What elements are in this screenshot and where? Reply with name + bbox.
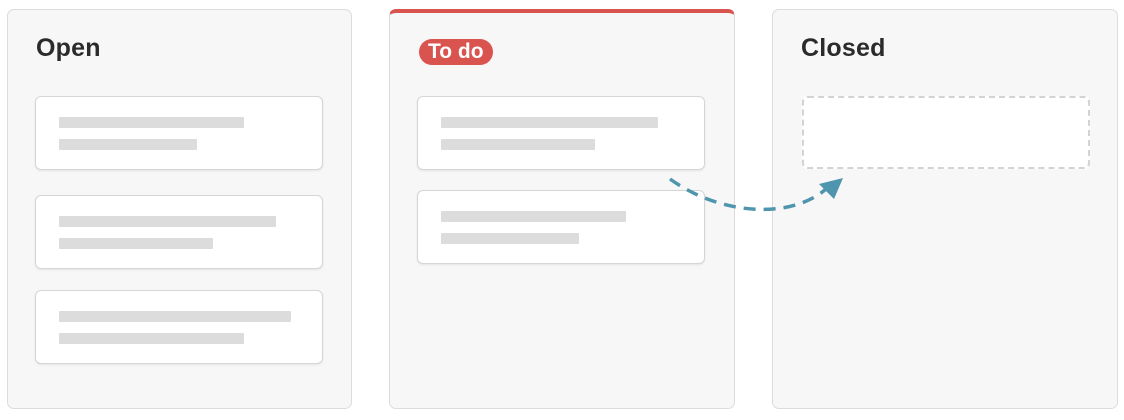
card-text-placeholder-line (59, 333, 244, 344)
card-text-placeholder-line (59, 117, 244, 128)
card-text-placeholder-line (59, 311, 291, 322)
card-text-placeholder-line (59, 238, 213, 249)
card[interactable] (35, 96, 323, 170)
card[interactable] (417, 96, 705, 170)
card[interactable] (35, 195, 323, 269)
column-open: Open (7, 9, 352, 409)
column-title-open: Open (36, 34, 101, 62)
card[interactable] (417, 190, 705, 264)
column-closed: Closed (772, 9, 1118, 409)
card-text-placeholder-line (441, 233, 579, 244)
card-text-placeholder-line (59, 139, 197, 150)
card-drop-placeholder[interactable] (802, 96, 1090, 169)
column-todo: To do (389, 9, 735, 409)
card-text-placeholder-line (441, 117, 658, 128)
card-text-placeholder-line (441, 139, 595, 150)
card-text-placeholder-line (441, 211, 626, 222)
card[interactable] (35, 290, 323, 364)
column-title-todo-badge: To do (419, 39, 493, 65)
card-text-placeholder-line (59, 216, 276, 227)
column-title-closed: Closed (801, 34, 886, 62)
